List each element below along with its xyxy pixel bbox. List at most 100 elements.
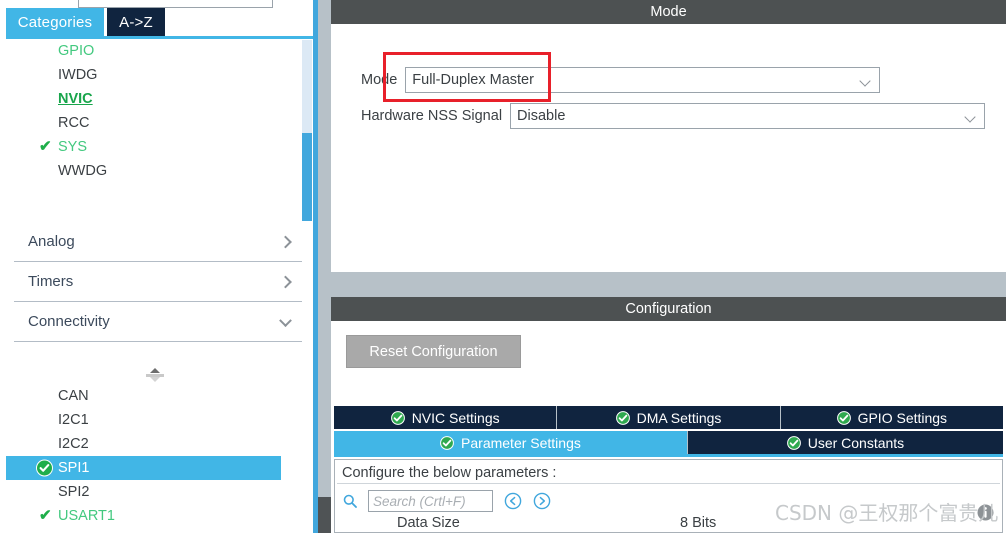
chevron-down-icon <box>964 111 976 123</box>
parameter-search-row <box>343 490 551 512</box>
tab-label: GPIO Settings <box>857 409 948 426</box>
watermark: CSDN @王权那个富贵儿 <box>775 501 999 525</box>
tab-a-to-z[interactable]: A->Z <box>107 8 165 37</box>
peripheral-list-scrollbar-thumb[interactable] <box>302 133 312 221</box>
parameters-hint-label: Configure the below parameters : <box>342 464 557 481</box>
configuration-tabs-row-1: NVIC Settings DMA Settings GPIO Settings <box>334 406 1003 429</box>
tab-label: DMA Settings <box>636 409 722 426</box>
list-item-rcc[interactable]: RCC <box>6 111 312 135</box>
tab-categories-label: Categories <box>17 14 93 31</box>
mode-panel-header: Mode <box>331 0 1006 24</box>
list-item-label: SPI1 <box>58 460 90 476</box>
peripheral-sidebar: Categories A->Z GPIO IWDG NVIC RCC ✔ SYS <box>0 0 318 533</box>
chevron-down-icon <box>279 313 292 327</box>
list-item-label: I2C1 <box>58 412 89 428</box>
list-item-label: I2C2 <box>58 436 89 452</box>
list-item-label: GPIO <box>58 43 95 59</box>
configuration-panel-title: Configuration <box>625 301 712 317</box>
mode-dropdown-value: Full-Duplex Master <box>412 72 534 88</box>
list-item-label: RCC <box>58 115 90 131</box>
search-next-button[interactable] <box>533 492 551 510</box>
category-label: Analog <box>28 233 75 250</box>
green-check-icon <box>390 410 405 425</box>
tab-gpio-settings[interactable]: GPIO Settings <box>780 406 1003 429</box>
window-scrollbar-thumb[interactable] <box>318 497 331 533</box>
list-item-spi2[interactable]: SPI2 <box>6 480 312 504</box>
list-item-label: WWDG <box>58 163 108 179</box>
list-item-label: SYS <box>58 139 88 155</box>
mode-panel: Mode Mode Full-Duplex Master Hardware NS… <box>331 0 1006 272</box>
list-item-sys[interactable]: ✔ SYS <box>6 135 312 159</box>
peripheral-list: GPIO IWDG NVIC RCC ✔ SYS WWDG <box>6 39 312 219</box>
list-item-label: NVIC <box>58 91 93 107</box>
mode-field-row: Mode Full-Duplex Master <box>361 67 881 93</box>
tab-nvic-settings[interactable]: NVIC Settings <box>334 406 558 429</box>
nss-dropdown-value: Disable <box>517 108 566 124</box>
category-connectivity[interactable]: Connectivity <box>14 302 302 342</box>
mode-panel-title: Mode <box>650 4 687 20</box>
list-item-i2c2[interactable]: I2C2 <box>6 432 312 456</box>
reset-configuration-button[interactable]: Reset Configuration <box>346 335 521 368</box>
green-check-icon <box>440 435 454 450</box>
category-label: Timers <box>28 273 74 290</box>
list-item-gpio[interactable]: GPIO <box>6 39 312 63</box>
tab-label: User Constants <box>807 434 905 451</box>
tab-parameter-settings[interactable]: Parameter Settings <box>334 431 688 454</box>
tab-dma-settings[interactable]: DMA Settings <box>557 406 781 429</box>
green-check-icon <box>615 410 630 425</box>
green-check-icon <box>786 435 801 450</box>
list-item-spi1[interactable]: SPI1 <box>6 456 281 480</box>
list-item-usart1[interactable]: ✔ USART1 <box>6 504 312 528</box>
check-icon: ✔ <box>39 138 52 155</box>
parameter-name: Data Size <box>397 515 460 531</box>
list-item-iwdg[interactable]: IWDG <box>6 63 312 87</box>
tab-label: NVIC Settings <box>411 409 500 426</box>
nss-field-label: Hardware NSS Signal <box>361 108 503 124</box>
sidebar-top-input[interactable] <box>78 0 273 8</box>
category-timers[interactable]: Timers <box>14 262 302 302</box>
window-scrollbar-track[interactable] <box>318 0 331 533</box>
sidebar-tabbar: Categories A->Z <box>0 8 318 37</box>
list-item-label: SPI2 <box>58 484 90 500</box>
splitter-grip-icon[interactable] <box>146 368 164 382</box>
reset-configuration-label: Reset Configuration <box>369 343 498 360</box>
mode-panel-body: Mode Full-Duplex Master Hardware NSS Sig… <box>331 24 1006 272</box>
mode-dropdown[interactable]: Full-Duplex Master <box>405 67 881 93</box>
list-item-label: USART1 <box>58 508 115 524</box>
list-item-i2c1[interactable]: I2C1 <box>6 408 312 432</box>
category-label: Connectivity <box>28 313 110 330</box>
tab-label: Parameter Settings <box>461 434 581 451</box>
configuration-tab-underline <box>334 454 1003 457</box>
tab-user-constants[interactable]: User Constants <box>687 431 1003 454</box>
search-previous-button[interactable] <box>504 492 522 510</box>
search-icon <box>343 494 357 508</box>
nss-dropdown[interactable]: Disable <box>510 103 986 129</box>
chevron-down-icon <box>859 75 871 87</box>
search-input[interactable] <box>368 490 493 512</box>
tab-a-to-z-label: A->Z <box>119 14 153 31</box>
cubemx-window: Categories A->Z GPIO IWDG NVIC RCC ✔ SYS <box>0 0 1006 533</box>
configuration-tabs-row-2: Parameter Settings User Constants <box>334 431 1003 454</box>
right-content-area: Mode Mode Full-Duplex Master Hardware NS… <box>331 0 1006 533</box>
check-circle-icon <box>36 459 53 477</box>
category-analog[interactable]: Analog <box>14 222 302 262</box>
check-icon: ✔ <box>39 507 52 524</box>
mode-field-label: Mode <box>361 72 398 88</box>
chevron-right-icon <box>279 275 292 288</box>
parameters-hint: Configure the below parameters : <box>337 462 1000 484</box>
splitter-up-arrow-icon <box>150 368 160 373</box>
parameter-value: 8 Bits <box>680 515 717 531</box>
list-item-can[interactable]: CAN <box>6 384 312 408</box>
list-item-nvic[interactable]: NVIC <box>6 87 312 111</box>
nss-field-row: Hardware NSS Signal Disable <box>361 103 986 129</box>
list-item-label: IWDG <box>58 67 98 83</box>
configuration-panel-header: Configuration <box>331 297 1006 321</box>
sidebar-splitter[interactable] <box>0 366 318 384</box>
connectivity-list: CAN I2C1 I2C2 SPI1 SPI2 ✔ USART1 <box>6 384 312 533</box>
chevron-right-icon <box>279 235 292 248</box>
category-accordion: Analog Timers Connectivity <box>14 222 302 342</box>
splitter-down-arrow-icon <box>150 377 160 382</box>
list-item-label: CAN <box>58 388 89 404</box>
tab-categories[interactable]: Categories <box>6 8 104 37</box>
list-item-wwdg[interactable]: WWDG <box>6 159 312 183</box>
